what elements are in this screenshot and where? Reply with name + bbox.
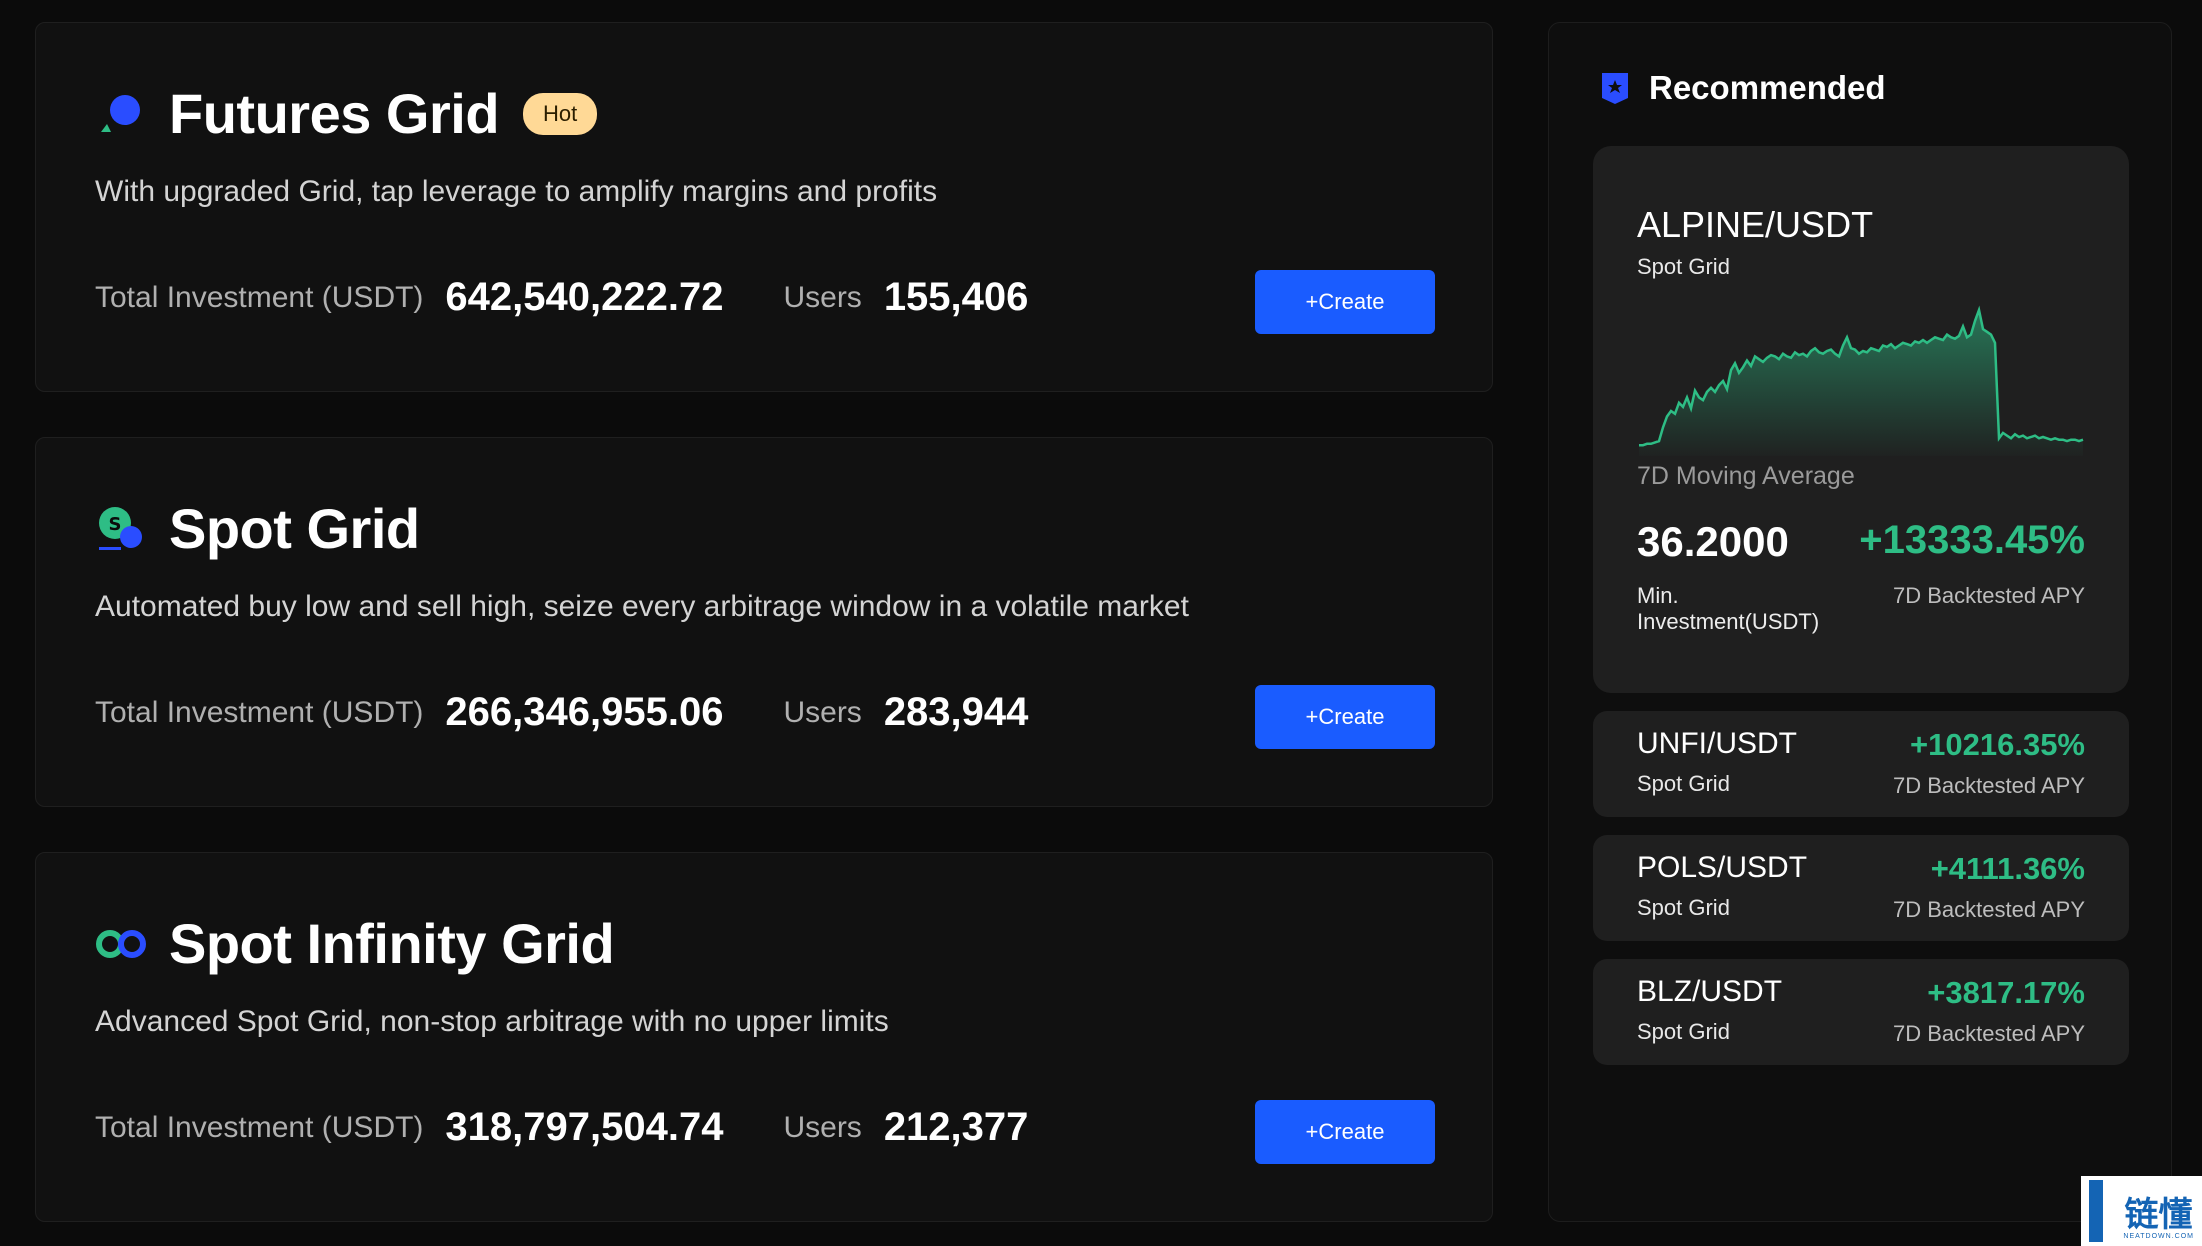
min-investment-label: Min. Investment(USDT) xyxy=(1637,583,1820,634)
investment-label: Total Investment (USDT) xyxy=(95,695,424,729)
card-description: With upgraded Grid, tap leverage to ampl… xyxy=(95,175,938,208)
apy-value: +10216.35% xyxy=(1910,727,2085,762)
pair-name: BLZ/USDT xyxy=(1637,975,1783,1008)
strategy-type: Spot Grid xyxy=(1637,254,1730,279)
recommended-title: Recommended xyxy=(1649,69,1886,106)
strategy-type: Spot Grid xyxy=(1637,895,1730,920)
apy-value: +3817.17% xyxy=(1927,975,2085,1010)
users-value: 155,406 xyxy=(883,275,1029,319)
watermark-text: 链懂 xyxy=(2124,1194,2193,1235)
card-title: Futures Grid xyxy=(169,82,500,145)
card-title: Spot Grid xyxy=(169,497,420,560)
spot-infinity-grid-card: Spot Infinity Grid Advanced Spot Grid, n… xyxy=(35,852,1493,1222)
recommended-item[interactable]: UNFI/USDT Spot Grid +10216.35% 7D Backte… xyxy=(1593,711,2129,817)
investment-value: 318,797,504.74 xyxy=(445,1105,724,1149)
card-title: Spot Infinity Grid xyxy=(169,912,615,975)
card-title-row: Spot Infinity Grid xyxy=(95,911,615,976)
investment-label: Total Investment (USDT) xyxy=(95,280,424,314)
apy-label: 7D Backtested APY xyxy=(1893,773,2085,798)
card-description: Advanced Spot Grid, non-stop arbitrage w… xyxy=(95,1005,889,1038)
svg-text:S: S xyxy=(109,514,122,535)
apy-value: +13333.45% xyxy=(1859,518,2085,562)
chart-label: 7D Moving Average xyxy=(1637,462,1855,490)
pair-name: ALPINE/USDT xyxy=(1637,204,1874,245)
investment-value: 266,346,955.06 xyxy=(445,690,724,734)
hot-badge: Hot xyxy=(523,92,598,135)
futures-grid-icon xyxy=(101,94,140,132)
min-investment-value: 36.2000 xyxy=(1637,518,1789,565)
users-label: Users xyxy=(783,695,862,729)
investment-value: 642,540,222.72 xyxy=(445,275,724,319)
strategy-type: Spot Grid xyxy=(1637,1019,1730,1044)
investment-label: Total Investment (USDT) xyxy=(95,1110,424,1144)
stats-row: Total Investment (USDT) 266,346,955.06 U… xyxy=(95,690,1028,735)
pair-name: UNFI/USDT xyxy=(1637,727,1797,760)
recommended-item[interactable]: POLS/USDT Spot Grid +4111.36% 7D Backtes… xyxy=(1593,835,2129,941)
spot-grid-card: S Spot Grid Automated buy low and sell h… xyxy=(35,437,1493,807)
stats-row: Total Investment (USDT) 642,540,222.72 U… xyxy=(95,275,1028,320)
spot-infinity-grid-icon xyxy=(96,929,146,958)
apy-label: 7D Backtested APY xyxy=(1893,583,2085,608)
apy-label: 7D Backtested APY xyxy=(1893,1021,2085,1046)
apy-label: 7D Backtested APY xyxy=(1893,897,2085,922)
create-button[interactable]: +Create xyxy=(1255,685,1435,749)
users-value: 212,377 xyxy=(883,1105,1029,1149)
watermark-bar xyxy=(2089,1180,2103,1242)
spot-grid-icon: S xyxy=(99,506,142,550)
users-label: Users xyxy=(783,280,862,314)
card-title-row: S Spot Grid xyxy=(95,496,420,561)
apy-value: +4111.36% xyxy=(1930,851,2085,886)
users-label: Users xyxy=(783,1110,862,1144)
watermark-subtext: NEATDOWN.COM xyxy=(2123,1233,2194,1240)
recommended-header: Recommended xyxy=(1599,69,1886,107)
card-title-row: Futures Grid Hot xyxy=(95,81,598,146)
recommended-badge-icon xyxy=(1602,73,1628,104)
recommended-item[interactable]: BLZ/USDT Spot Grid +3817.17% 7D Backtest… xyxy=(1593,959,2129,1065)
users-value: 283,944 xyxy=(883,690,1029,734)
create-button[interactable]: +Create xyxy=(1255,1100,1435,1164)
strategy-type: Spot Grid xyxy=(1637,771,1730,796)
featured-strategy-card[interactable]: ALPINE/USDT Spot Grid 7D Moving Average … xyxy=(1593,146,2129,693)
stats-row: Total Investment (USDT) 318,797,504.74 U… xyxy=(95,1105,1028,1150)
recommended-panel: Recommended ALPINE/USDT Spot Grid 7D Mov… xyxy=(1548,22,2172,1222)
create-button[interactable]: +Create xyxy=(1255,270,1435,334)
watermark-logo: 链懂 NEATDOWN.COM xyxy=(2081,1176,2202,1246)
card-description: Automated buy low and sell high, seize e… xyxy=(95,590,1189,623)
futures-grid-card: Futures Grid Hot With upgraded Grid, tap… xyxy=(35,22,1493,392)
sparkline-chart xyxy=(1639,305,2084,456)
pair-name: POLS/USDT xyxy=(1637,851,1808,884)
